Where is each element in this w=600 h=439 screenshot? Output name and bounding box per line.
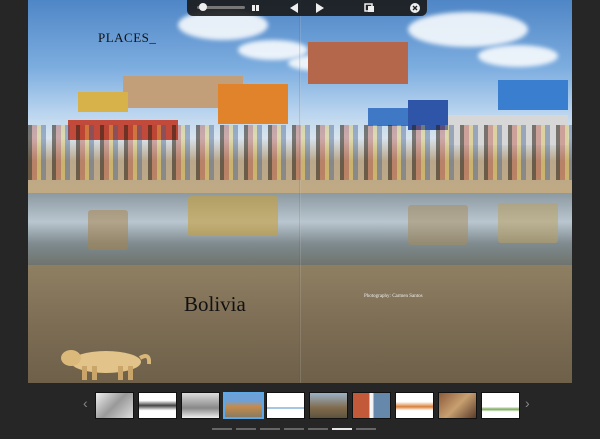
pager-dot[interactable] xyxy=(284,428,304,430)
thumbnail[interactable] xyxy=(95,392,134,419)
close-icon[interactable] xyxy=(409,1,421,15)
viewer-toolbar xyxy=(187,0,427,16)
slider-knob-icon[interactable] xyxy=(199,3,207,11)
page-title: PLACES_ xyxy=(98,30,157,45)
thumbnail[interactable] xyxy=(181,392,220,419)
thumbnail[interactable] xyxy=(266,392,305,419)
thumbnail[interactable] xyxy=(352,392,391,419)
thumbnail[interactable] xyxy=(309,392,348,419)
bookmark-icon[interactable] xyxy=(364,1,376,15)
photo-credit: Photography: Carmen Santos xyxy=(364,294,423,299)
magazine-spread[interactable]: PLACES_ Bolivia Photography: Carmen Sant… xyxy=(28,0,572,383)
filmstrip-prev-icon[interactable]: ‹ xyxy=(83,395,88,411)
pager-dot-active[interactable] xyxy=(332,428,352,430)
country-heading: Bolivia xyxy=(184,292,246,316)
thumbnail[interactable] xyxy=(481,392,520,419)
thumbnail[interactable] xyxy=(395,392,434,419)
thumbnail[interactable] xyxy=(438,392,477,419)
pager-dot[interactable] xyxy=(260,428,280,430)
page-fold xyxy=(299,0,301,383)
prev-page-icon[interactable] xyxy=(287,1,301,15)
next-page-icon[interactable] xyxy=(313,1,327,15)
pager-dot[interactable] xyxy=(236,428,256,430)
thumbnail-active[interactable] xyxy=(223,392,264,419)
dog-image xyxy=(61,350,151,380)
thumbnail[interactable] xyxy=(138,392,177,419)
filmstrip-next-icon[interactable]: › xyxy=(525,395,530,411)
pager-dot[interactable] xyxy=(356,428,376,430)
pager-dot[interactable] xyxy=(308,428,328,430)
pager-dot[interactable] xyxy=(212,428,232,430)
grid-view-icon[interactable] xyxy=(251,1,261,15)
